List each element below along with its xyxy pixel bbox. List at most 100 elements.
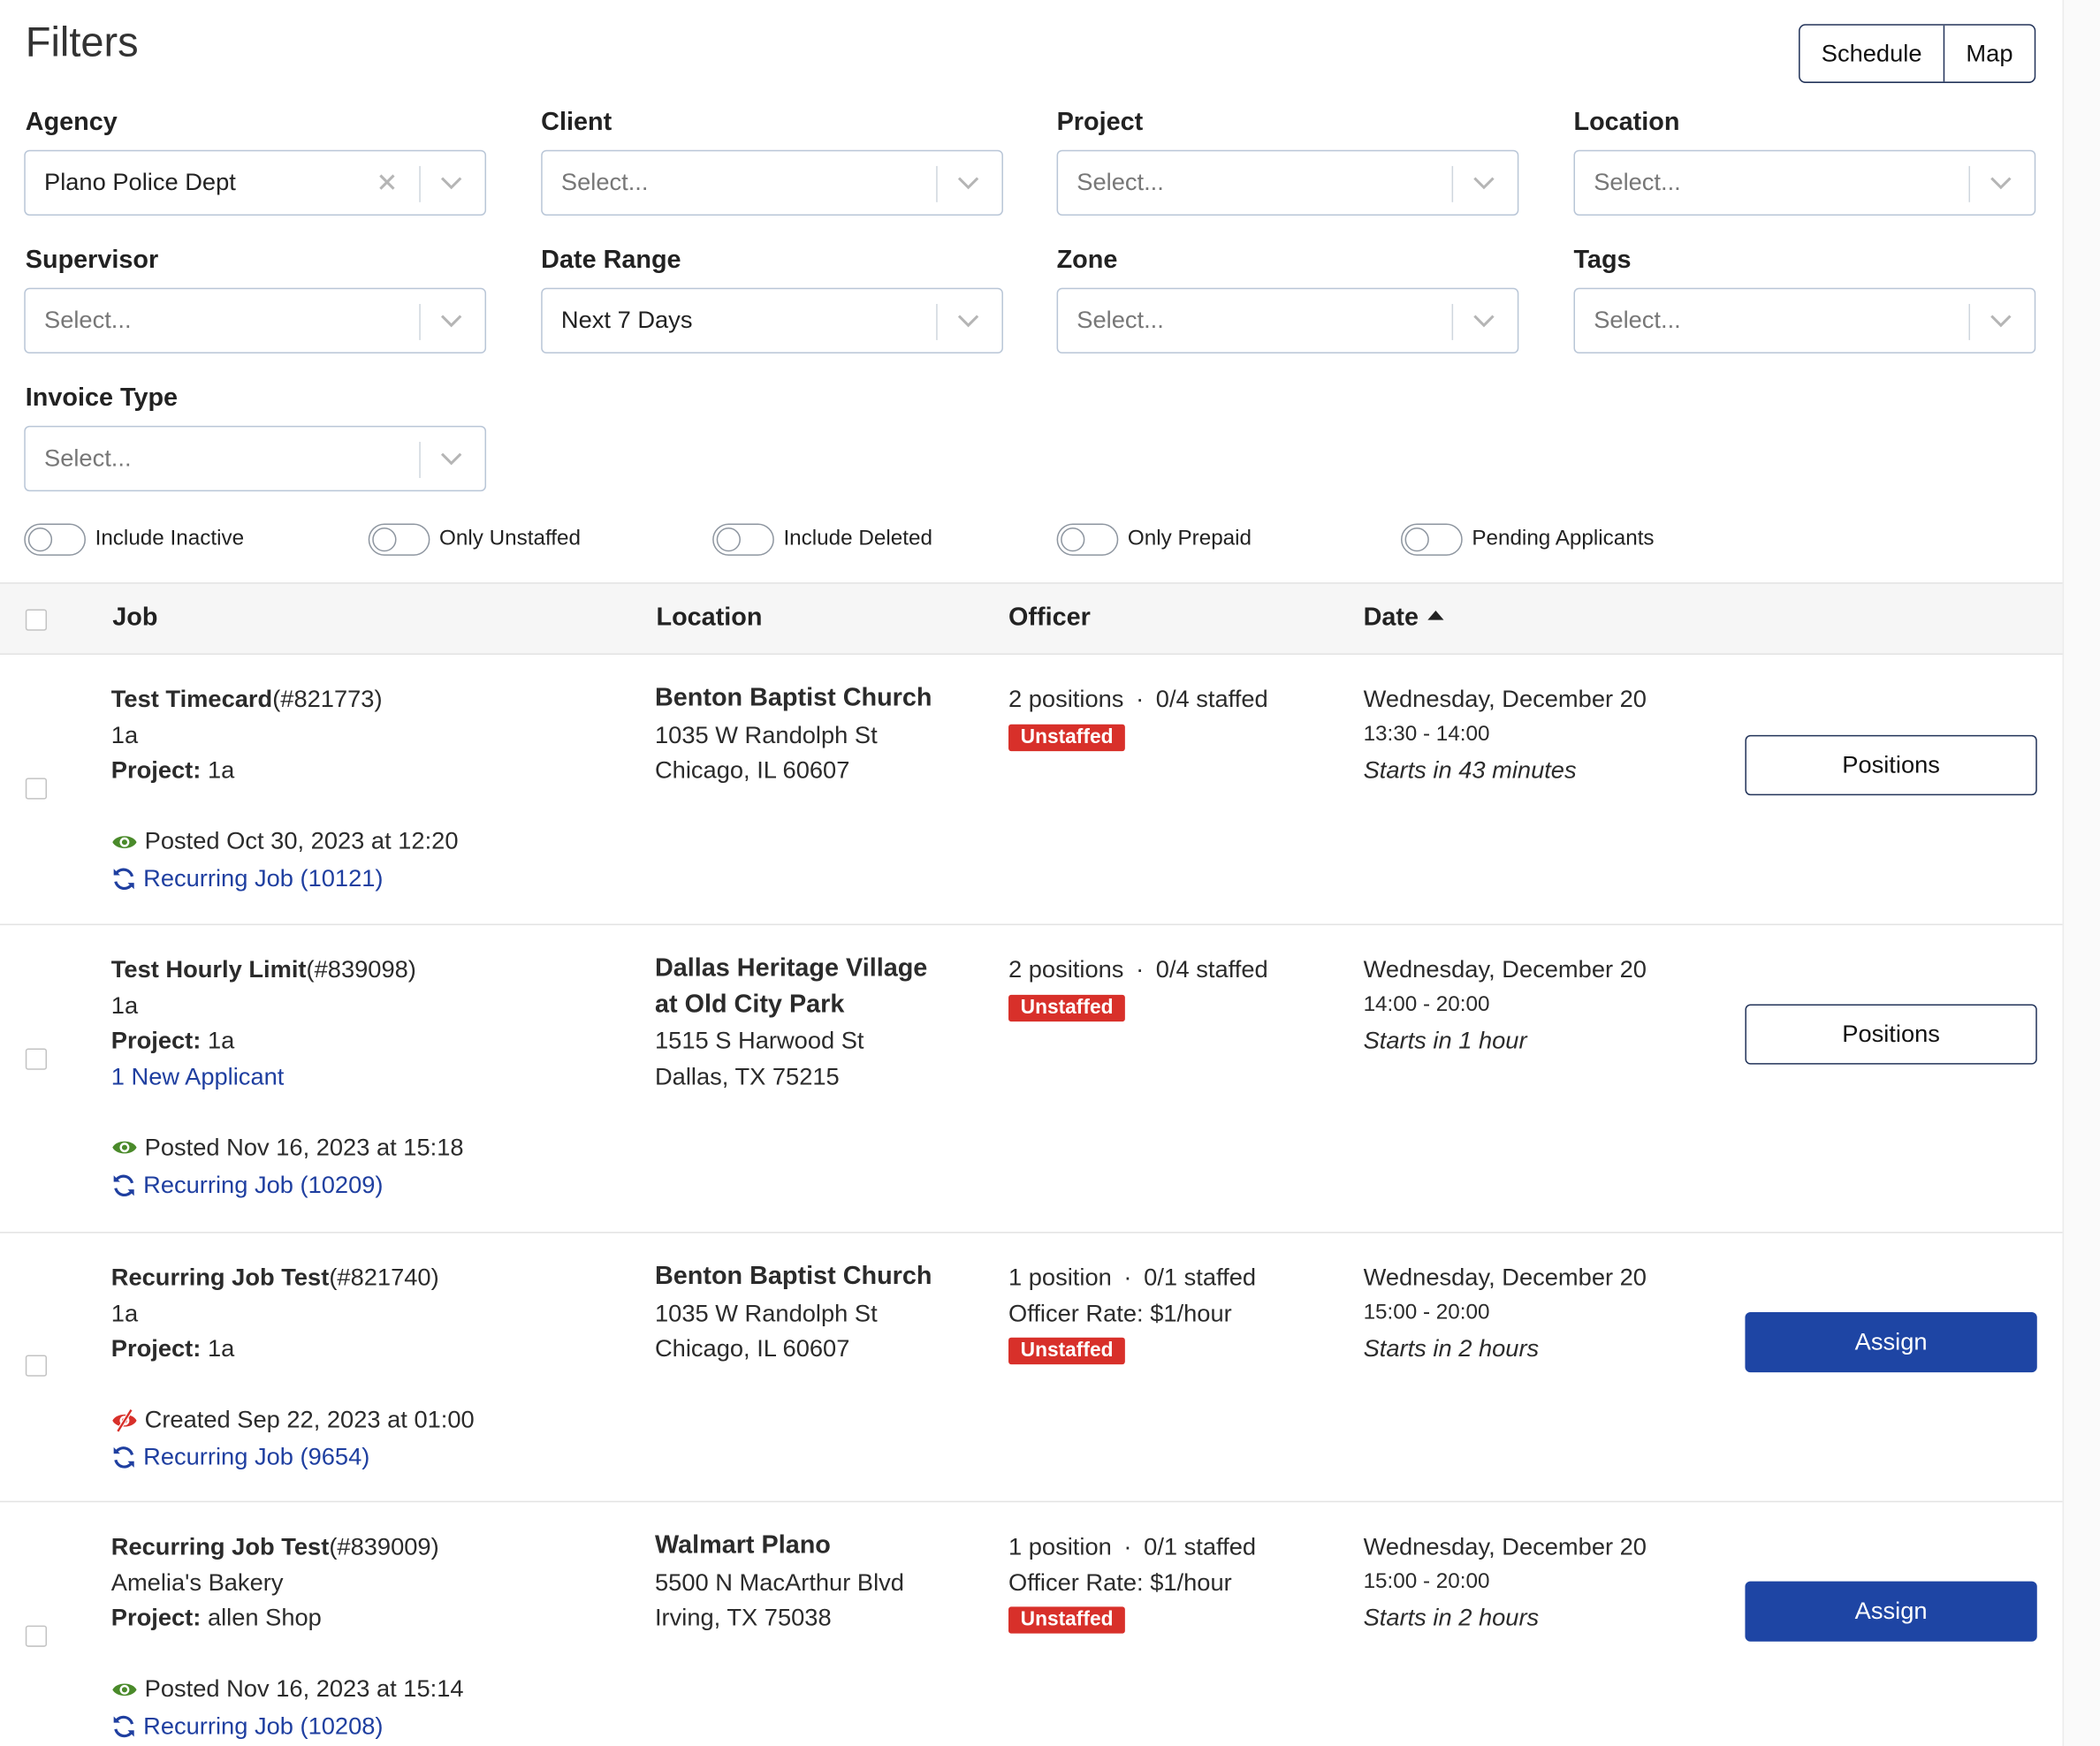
invoice-type-select[interactable]: Select... [24,425,487,492]
tags-select[interactable]: Select... [1573,287,2036,354]
client-label: Client [541,108,612,137]
recurring-job-link[interactable]: Recurring Job (10209) [143,1167,383,1203]
recurring-job-link[interactable]: Recurring Job (10208) [143,1709,383,1744]
page-title: Filters [25,19,139,66]
refresh-icon [113,1715,134,1738]
location-name: Benton Baptist Church [654,1262,932,1291]
include-deleted-toggle[interactable]: Include Deleted [712,520,932,558]
recurring-job-link[interactable]: Recurring Job (10121) [143,862,383,897]
toggle-switch[interactable] [1401,523,1463,556]
select-all-checkbox[interactable] [25,609,48,631]
assign-button[interactable]: Assign [1745,1581,2037,1642]
address-line2: Dallas, TX 75215 [654,1062,840,1089]
created-line: Created Sep 22, 2023 at 01:00 [111,1401,634,1439]
supervisor-select[interactable]: Select... [24,287,487,354]
recurring-line[interactable]: Recurring Job (10209) [111,1166,634,1203]
row-checkbox[interactable] [25,778,48,800]
positions-count: 1 position [1008,1264,1112,1291]
location-select[interactable]: Select... [1573,149,2036,216]
posted-text: Posted Nov 16, 2023 at 15:18 [144,1134,464,1161]
client-placeholder: Select... [560,168,649,196]
address-line2: Irving, TX 75038 [654,1604,832,1631]
include-inactive-toggle[interactable]: Include Inactive [24,520,244,558]
posted-line: Posted Nov 16, 2023 at 15:18 [111,1128,634,1165]
separator-dot: · [1123,1264,1132,1291]
job-title[interactable]: Recurring Job Test [111,1533,330,1560]
location-cell: Dallas Heritage Village at Old City Park… [655,952,977,1094]
new-applicant-link[interactable]: 1 New Applicant [111,1059,634,1094]
view-toggle: Schedule Map [1799,24,2036,83]
agency-select[interactable]: Plano Police Dept [24,149,487,216]
tags-label: Tags [1573,246,1632,275]
column-header-location[interactable]: Location [656,604,762,633]
table-row: Recurring Job Test(#839009) Amelia's Bak… [0,1502,2063,1746]
column-header-job[interactable]: Job [112,604,157,633]
toggle-switch[interactable] [712,523,774,556]
only-unstaffed-toggle[interactable]: Only Unstaffed [368,520,581,558]
select-separator [419,303,421,340]
job-cell: Test Timecard(#821773) 1a Project: 1a Po… [111,681,634,898]
officer-cell: 1 position · 0/1 staffed Officer Rate: $1/… [1008,1260,1343,1366]
location-name-line2: at Old City Park [654,990,845,1019]
location-cell: Benton Baptist Church 1035 W Randolph St… [655,1260,977,1366]
location-name: Walmart Plano [654,1531,831,1560]
invoice-type-label: Invoice Type [25,383,179,413]
positions-button[interactable]: Positions [1745,734,2037,796]
assign-button[interactable]: Assign [1745,1311,2037,1373]
project-name: 1a [207,1334,235,1363]
client-select[interactable]: Select... [541,149,1003,216]
column-header-date[interactable]: Date [1364,604,1444,633]
starts-in: Starts in 43 minutes [1363,756,1577,784]
job-title[interactable]: Test Hourly Limit [111,956,307,983]
sort-ascending-icon[interactable] [1427,611,1444,621]
chevron-down-icon [1990,177,2012,190]
job-project-line: Project: 1a [111,1331,634,1366]
toggle-switch[interactable] [1056,523,1119,556]
zone-label: Zone [1056,246,1118,275]
table-row: Test Timecard(#821773) 1a Project: 1a Po… [0,655,2063,926]
chevron-down-icon [957,177,979,190]
recurring-job-link[interactable]: Recurring Job (9654) [143,1439,369,1475]
refresh-icon [113,1173,134,1196]
job-time: 15:00 - 20:00 [1363,1301,1490,1324]
toggle-knob [372,528,397,552]
job-time: 15:00 - 20:00 [1363,1569,1490,1593]
date-range-label: Date Range [541,246,681,275]
select-separator [419,442,421,478]
schedule-view-button[interactable]: Schedule [1800,25,1945,82]
select-separator [1968,303,1971,340]
agency-label: Agency [25,108,118,137]
job-title[interactable]: Test Timecard [111,686,272,712]
chevron-down-icon [440,177,462,190]
row-checkbox[interactable] [25,1625,48,1647]
job-client: 1a [110,720,139,748]
scrollbar[interactable] [2062,0,2100,1746]
select-separator [1968,165,1971,202]
map-view-button[interactable]: Map [1944,26,2035,82]
job-date: Wednesday, December 20 [1363,1533,1647,1560]
only-prepaid-toggle[interactable]: Only Prepaid [1056,520,1252,558]
zone-select[interactable]: Select... [1056,287,1519,354]
job-title-line: Recurring Job Test(#821740) [111,1260,634,1295]
clear-icon[interactable] [372,167,401,196]
project-select[interactable]: Select... [1056,149,1519,216]
eye-icon [112,1682,137,1696]
positions-button[interactable]: Positions [1745,1004,2037,1065]
toggle-switch[interactable] [24,523,86,556]
recurring-line[interactable]: Recurring Job (10208) [111,1708,634,1745]
chevron-down-icon [440,452,462,466]
zone-placeholder: Select... [1077,307,1164,334]
date-range-select[interactable]: Next 7 Days [541,287,1003,354]
recurring-line[interactable]: Recurring Job (9654) [111,1439,634,1476]
staffing-line: 2 positions · 0/4 staffed [1008,952,1343,987]
job-title[interactable]: Recurring Job Test [111,1264,330,1290]
toggle-switch[interactable] [368,523,430,556]
officer-rate: Officer Rate: $1/hour [1008,1299,1232,1326]
pending-applicants-toggle[interactable]: Pending Applicants [1401,520,1655,558]
recurring-line[interactable]: Recurring Job (10121) [111,861,634,898]
row-checkbox[interactable] [25,1355,48,1377]
column-header-officer[interactable]: Officer [1008,604,1091,633]
row-checkbox[interactable] [25,1048,48,1070]
job-client: 1a [110,991,139,1019]
